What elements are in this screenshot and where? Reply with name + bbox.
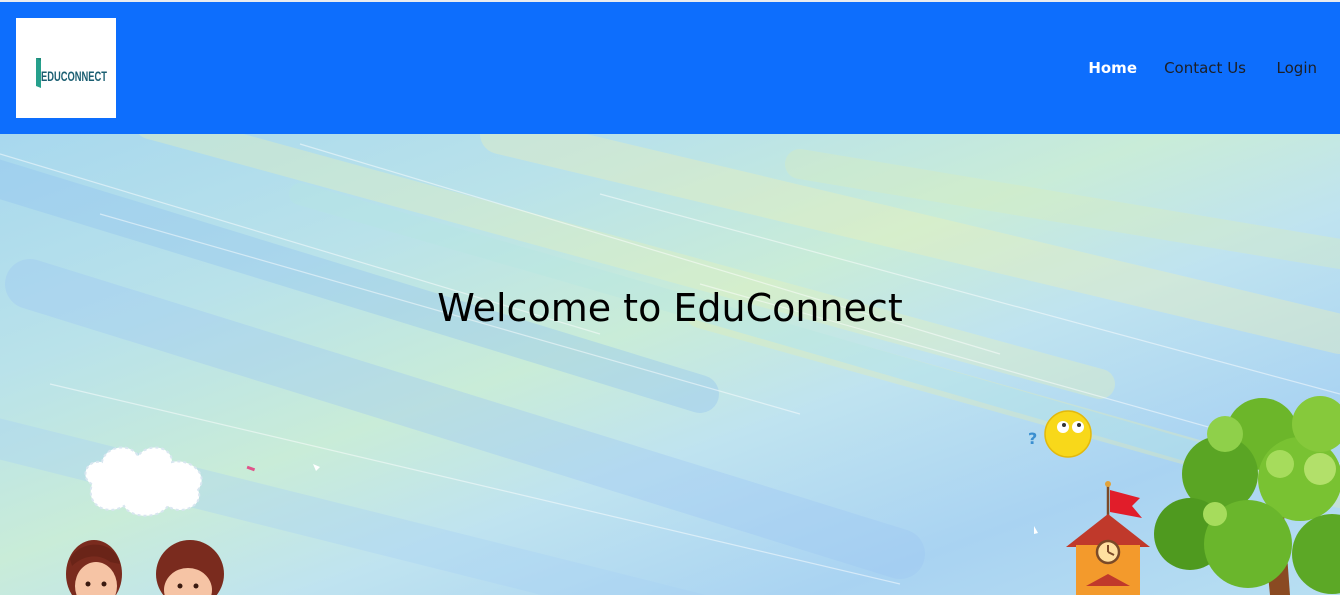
svg-text:?: ? [1028, 429, 1037, 448]
nav-home-link[interactable]: Home [1088, 59, 1137, 77]
svg-text:EDUCONNECT: EDUCONNECT [41, 68, 107, 84]
brand-logo[interactable]: EDUCONNECT [16, 18, 116, 118]
navbar: EDUCONNECT Home Contact Us Login [0, 2, 1340, 134]
child-right-illustration [156, 540, 224, 595]
tree-illustration [1154, 396, 1340, 595]
educonnect-logo-icon: EDUCONNECT [36, 58, 107, 88]
nav-login-link[interactable]: Login [1277, 59, 1317, 77]
hero-background-illustration: ? [0, 134, 1340, 595]
school-building-illustration [1066, 481, 1150, 595]
hero-banner: ? Welcome to EduConnect [0, 134, 1340, 595]
nav-contact-link[interactable]: Contact Us [1164, 59, 1246, 77]
hero-title: Welcome to EduConnect [437, 286, 903, 330]
child-left-illustration [66, 540, 122, 595]
